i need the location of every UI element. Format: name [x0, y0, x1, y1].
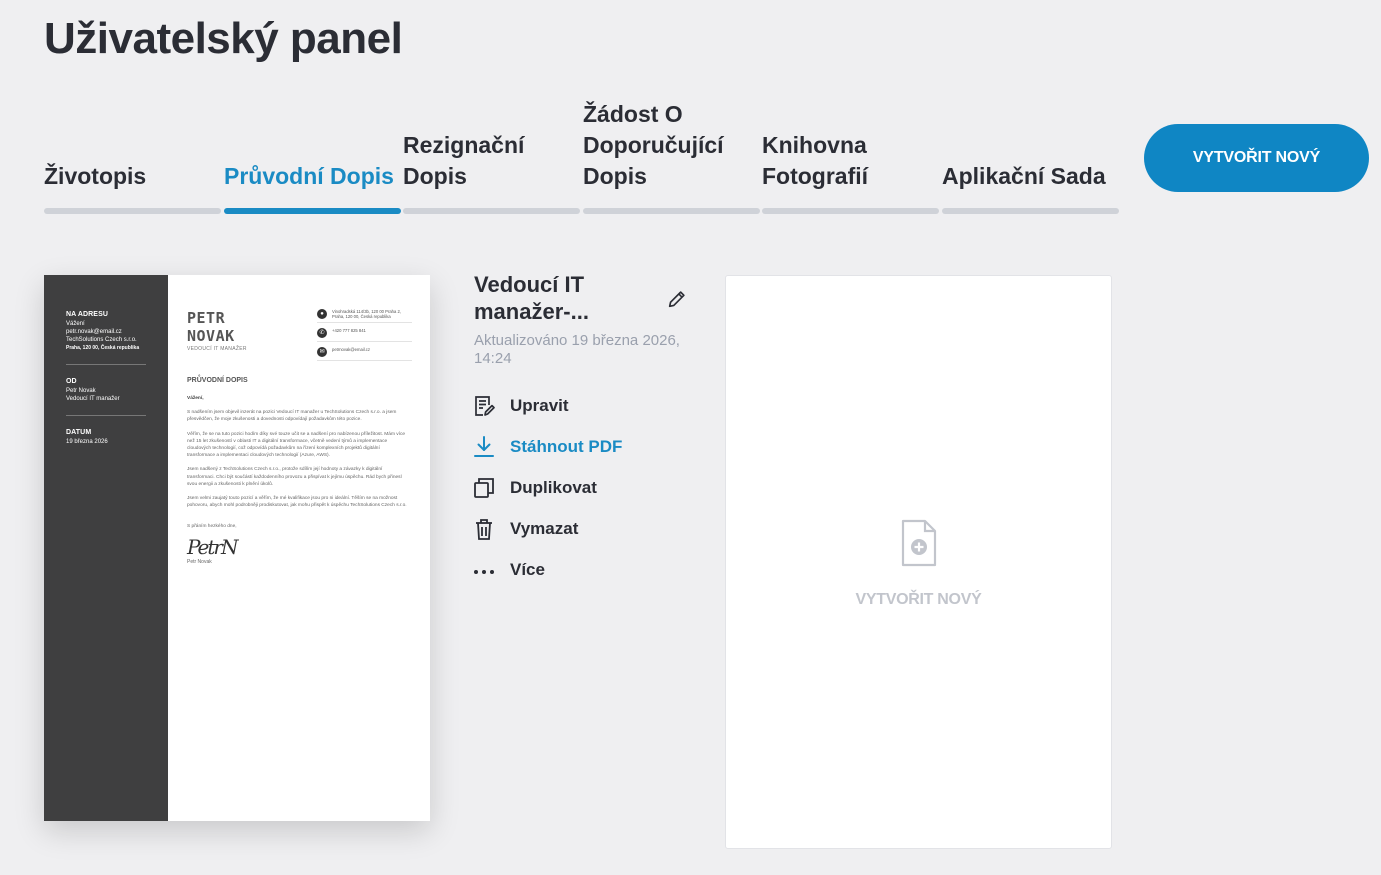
tab-rezignacni-dopis[interactable]: Rezignační Dopis: [403, 96, 580, 214]
preview-sidebar: NA ADRESU Vážení petr.novak@email.cz Tec…: [44, 275, 168, 821]
create-new-card[interactable]: VYTVOŘIT NOVÝ: [725, 275, 1112, 849]
tab-knihovna-fotografii[interactable]: Knihovna Fotografií: [762, 96, 939, 214]
preview-greeting: Vážení,: [187, 396, 204, 401]
preview-signer: Petr Novak: [187, 558, 212, 565]
preview-paragraph: Jsem nadšený z TechSolutions Czech s.r.o…: [187, 467, 402, 487]
preview-to-line: TechSolutions Czech s.r.o.: [66, 337, 137, 343]
delete-action[interactable]: Vymazat: [472, 516, 578, 542]
preview-contact-address: Vinohradská 114/3b, 120 00 Praha 2, Prah…: [332, 309, 401, 319]
preview-from-line: Petr Novak: [66, 388, 96, 394]
page-title: Uživatelský panel: [44, 14, 403, 63]
more-dots-icon: [474, 570, 494, 574]
preview-date-label: DATUM: [66, 429, 92, 436]
preview-contact: ● Vinohradská 114/3b, 120 00 Praha 2, Pr…: [317, 309, 412, 366]
tab-aplikacni-sada[interactable]: Aplikační Sada: [942, 96, 1119, 214]
preview-contact-phone: +420 777 825 841: [332, 328, 366, 333]
preview-role: VEDOUCÍ IT MANAŽER: [187, 346, 247, 352]
add-file-icon: [901, 519, 937, 567]
trash-icon: [476, 519, 492, 540]
duplicate-icon: [474, 478, 494, 498]
pencil-icon[interactable]: [666, 288, 688, 310]
preview-closing: S přáním hezkého dne,: [187, 524, 237, 530]
tab-label: Průvodní Dopis: [224, 163, 394, 189]
preview-to-line: petr.novak@email.cz: [66, 329, 122, 335]
preview-name: PETR NOVAK: [187, 309, 235, 345]
preview-paragraph: Věřím, že se na tuto pozici hodím díky s…: [187, 431, 406, 459]
preview-section-title: PRŮVODNÍ DOPIS: [187, 377, 248, 384]
download-icon: [474, 436, 494, 457]
preview-last-name: NOVAK: [187, 327, 235, 345]
tab-label: Žádost O Doporučující Dopis: [583, 101, 724, 189]
document-type-tabs: Životopis Průvodní Dopis Rezignační Dopi…: [44, 96, 1120, 216]
document-edit-icon: [475, 396, 495, 416]
download-action-label: Stáhnout PDF: [510, 437, 623, 456]
preview-paragraph: Jsem velmi zaujatý touto pozicí a věřím,…: [187, 496, 407, 509]
preview-to-label: NA ADRESU: [66, 311, 108, 318]
preview-to-address: Praha, 120 00, Česká republika: [66, 345, 140, 351]
preview-signature: PetrN: [187, 534, 239, 559]
duplicate-action[interactable]: Duplikovat: [472, 475, 597, 501]
updated-timestamp: Aktualizováno 19 března 2026, 14:24: [474, 332, 680, 367]
edit-action-label: Upravit: [510, 396, 569, 415]
tab-label: Knihovna Fotografií: [762, 132, 869, 189]
phone-icon: ✆: [317, 328, 327, 338]
divider: [66, 364, 146, 365]
tab-label: Životopis: [44, 163, 147, 189]
preview-body: Vážení, S nadšením jsem objevil inzerát …: [187, 395, 409, 565]
preview-first-name: PETR: [187, 309, 226, 327]
preview-paragraph: S nadšením jsem objevil inzerát na pozic…: [187, 410, 397, 423]
document-title: Vedoucí IT manažer-...: [474, 272, 589, 324]
preview-contact-email: petrnovak@email.cz: [332, 347, 370, 352]
preview-to-line: Vážení: [66, 321, 85, 327]
tab-pruvodni-dopis[interactable]: Průvodní Dopis: [224, 96, 401, 214]
tab-underline: [942, 208, 1119, 214]
tab-underline: [762, 208, 939, 214]
create-new-label: VYTVOŘIT NOVÝ: [855, 591, 982, 608]
more-action[interactable]: Více: [472, 557, 545, 583]
preview-from-label: OD: [66, 378, 77, 385]
mail-icon: ✉: [317, 347, 327, 357]
preview-date-value: 19 března 2026: [66, 439, 108, 445]
tab-underline: [44, 208, 221, 214]
download-pdf-action[interactable]: Stáhnout PDF: [472, 434, 622, 460]
preview-from-line: Vedoucí IT manažer: [66, 396, 120, 402]
create-new-button[interactable]: VYTVOŘIT NOVÝ: [1144, 124, 1369, 192]
delete-action-label: Vymazat: [510, 519, 579, 538]
more-action-label: Více: [510, 560, 545, 579]
duplicate-action-label: Duplikovat: [510, 478, 597, 497]
tab-zadost-o-doporucujici-dopis[interactable]: Žádost O Doporučující Dopis: [583, 96, 760, 214]
tab-underline: [583, 208, 760, 214]
tab-underline: [224, 208, 401, 214]
preview-main: PETR NOVAK VEDOUCÍ IT MANAŽER ● Vinohrad…: [168, 275, 430, 821]
tab-underline: [403, 208, 580, 214]
document-preview[interactable]: NA ADRESU Vážení petr.novak@email.cz Tec…: [44, 275, 430, 821]
edit-action[interactable]: Upravit: [472, 393, 569, 419]
tab-label: Rezignační Dopis: [403, 132, 525, 189]
location-icon: ●: [317, 309, 327, 319]
tab-label: Aplikační Sada: [942, 163, 1106, 189]
divider: [66, 415, 146, 416]
tab-zivotopis[interactable]: Životopis: [44, 96, 221, 214]
